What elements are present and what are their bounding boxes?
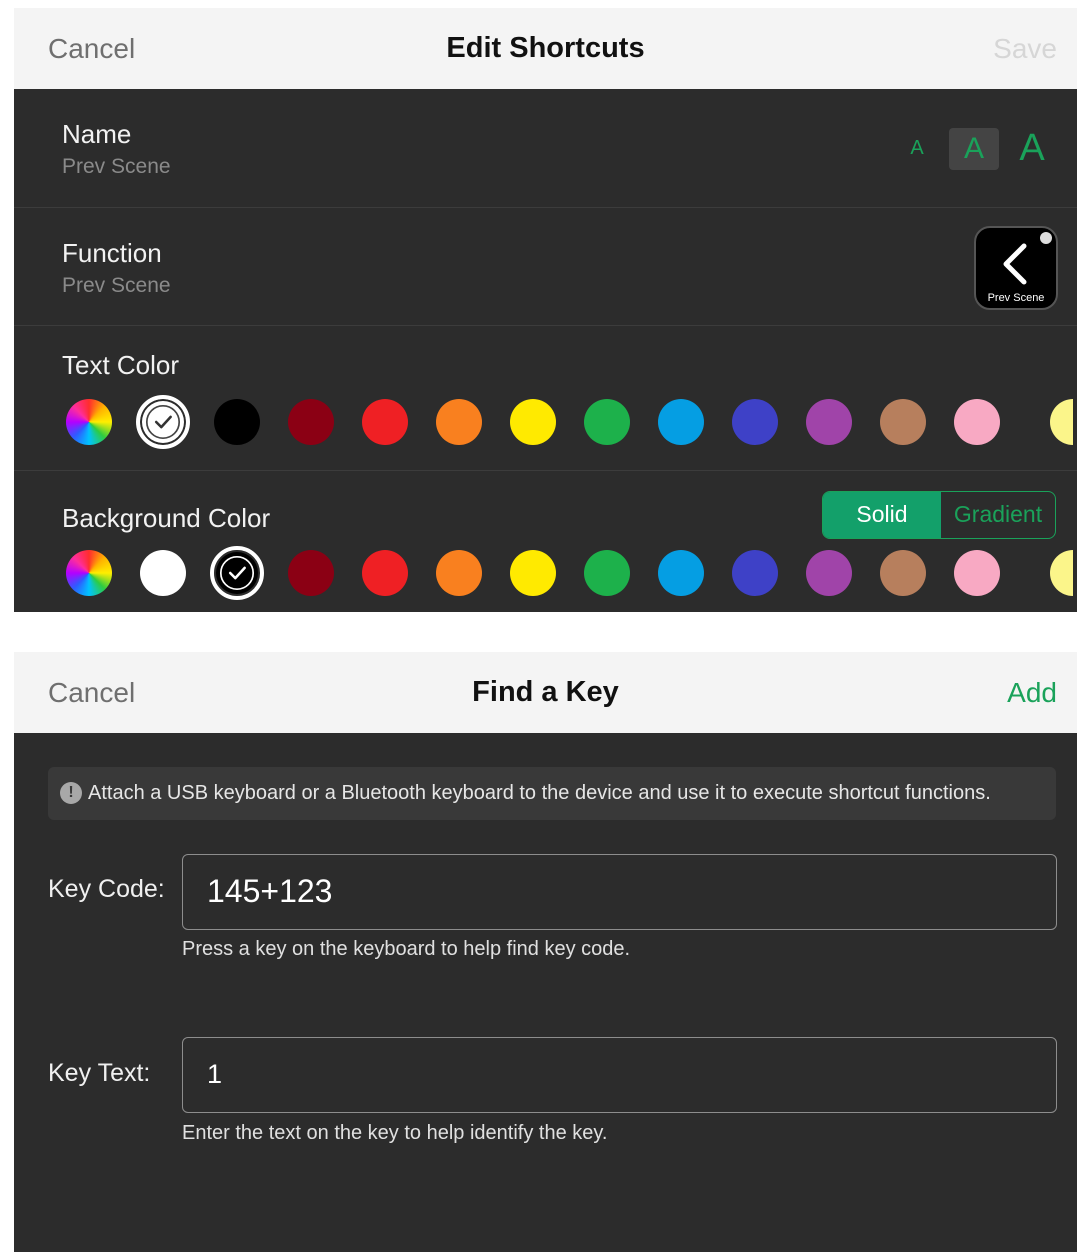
background-color-swatch[interactable]	[880, 550, 926, 596]
background-color-swatch[interactable]	[436, 550, 482, 596]
save-button[interactable]: Save	[993, 8, 1057, 89]
background-color-swatch-multicolor[interactable]	[66, 550, 112, 596]
add-button[interactable]: Add	[1007, 652, 1057, 733]
name-row[interactable]: Name Prev Scene A A A	[14, 89, 1077, 208]
text-color-swatch[interactable]	[954, 399, 1000, 445]
font-size-large[interactable]: A	[1012, 123, 1052, 173]
background-color-swatch[interactable]	[658, 550, 704, 596]
edit-shortcuts-header: Cancel Edit Shortcuts Save	[14, 8, 1077, 89]
text-color-swatch[interactable]	[214, 399, 260, 445]
page-title: Edit Shortcuts	[446, 32, 645, 64]
text-color-swatch[interactable]	[136, 395, 190, 449]
page-title: Find a Key	[472, 676, 619, 708]
find-a-key-header: Cancel Find a Key Add	[14, 652, 1077, 733]
text-color-swatch[interactable]	[510, 399, 556, 445]
chevron-left-icon	[1003, 243, 1027, 285]
solid-mode-button[interactable]: Solid	[823, 492, 941, 538]
name-label: Name	[62, 119, 132, 149]
notice-text: Attach a USB keyboard or a Bluetooth key…	[88, 782, 991, 804]
text-color-swatch[interactable]	[880, 399, 926, 445]
checkmark-icon	[219, 555, 255, 591]
text-color-swatch[interactable]	[732, 399, 778, 445]
text-color-swatch[interactable]	[806, 399, 852, 445]
background-color-swatch[interactable]	[510, 550, 556, 596]
shortcut-key-preview[interactable]: Prev Scene	[974, 226, 1058, 310]
find-a-key-panel: Cancel Find a Key Add ! Attach a USB key…	[14, 652, 1077, 1252]
edit-shortcuts-body: Name Prev Scene A A A Function Prev Scen…	[14, 89, 1077, 612]
background-color-label: Background Color	[62, 503, 271, 533]
background-color-swatch[interactable]	[732, 550, 778, 596]
text-color-row: Text Color	[14, 326, 1077, 471]
key-code-hint: Press a key on the keyboard to help find…	[182, 938, 631, 960]
info-icon: !	[60, 782, 82, 804]
name-value: Prev Scene	[62, 155, 171, 178]
usb-keyboard-notice: ! Attach a USB keyboard or a Bluetooth k…	[48, 767, 1056, 820]
text-color-label: Text Color	[62, 350, 180, 380]
background-color-swatch[interactable]	[954, 550, 1000, 596]
background-color-swatch[interactable]	[1050, 550, 1073, 596]
edit-shortcuts-panel: Cancel Edit Shortcuts Save Name Prev Sce…	[14, 8, 1077, 612]
text-color-swatch-multicolor[interactable]	[66, 399, 112, 445]
background-color-swatch[interactable]	[584, 550, 630, 596]
text-color-swatch[interactable]	[288, 399, 334, 445]
text-color-swatch[interactable]	[584, 399, 630, 445]
key-code-field[interactable]: 145+123	[182, 854, 1057, 930]
gradient-mode-button[interactable]: Gradient	[941, 492, 1055, 538]
find-a-key-body: ! Attach a USB keyboard or a Bluetooth k…	[14, 733, 1077, 1252]
font-size-small[interactable]: A	[902, 133, 932, 163]
function-value: Prev Scene	[62, 274, 171, 297]
key-text-hint: Enter the text on the key to help identi…	[182, 1122, 608, 1144]
background-color-swatch[interactable]	[362, 550, 408, 596]
key-code-label: Key Code:	[48, 875, 165, 903]
background-color-swatch[interactable]	[288, 550, 334, 596]
key-preview-label: Prev Scene	[987, 292, 1045, 304]
text-color-swatch[interactable]	[436, 399, 482, 445]
background-color-swatch[interactable]	[806, 550, 852, 596]
text-color-swatch[interactable]	[1050, 399, 1073, 445]
key-text-field[interactable]: 1	[182, 1037, 1057, 1113]
background-mode-toggle: Solid Gradient	[822, 491, 1056, 539]
key-text-label: Key Text:	[48, 1059, 151, 1087]
background-color-swatch[interactable]	[210, 546, 264, 600]
function-label: Function	[62, 238, 162, 268]
edit-corner-icon	[1040, 232, 1052, 244]
text-color-swatch[interactable]	[362, 399, 408, 445]
background-color-swatch[interactable]	[140, 550, 186, 596]
text-color-swatch[interactable]	[658, 399, 704, 445]
font-size-medium[interactable]: A	[949, 128, 999, 170]
function-row[interactable]: Function Prev Scene Prev Scene	[14, 208, 1077, 326]
checkmark-icon	[145, 404, 181, 440]
